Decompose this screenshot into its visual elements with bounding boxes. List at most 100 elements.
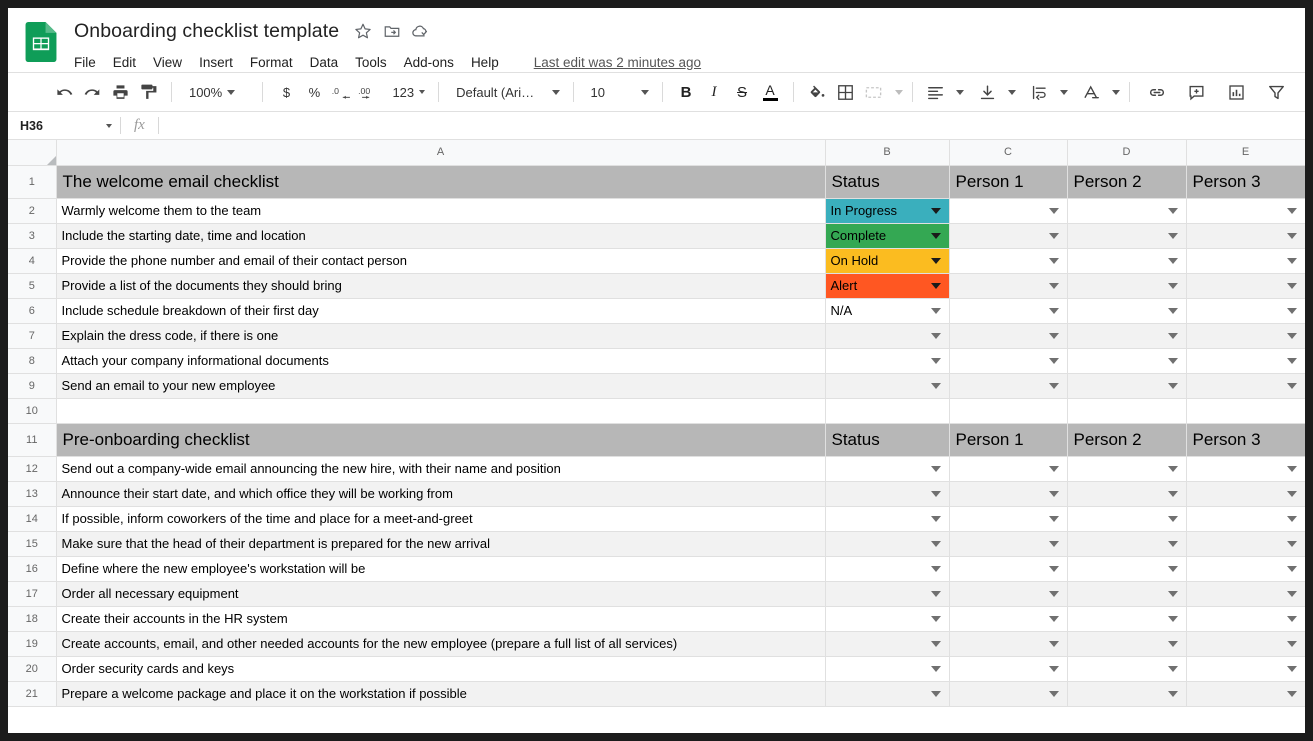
row-header[interactable]: 18 [8, 605, 57, 632]
row-header[interactable]: 10 [8, 397, 57, 424]
dropdown-cell[interactable] [955, 199, 1062, 222]
dropdown-cell[interactable] [955, 274, 1062, 297]
dropdown-cell[interactable] [1192, 199, 1300, 222]
cell-b[interactable] [824, 455, 950, 482]
dropdown-cell[interactable] [1192, 657, 1300, 680]
cell-e[interactable] [1185, 605, 1305, 632]
menu-insert[interactable]: Insert [199, 55, 233, 70]
cell-b[interactable] [824, 555, 950, 582]
cell-b[interactable]: In Progress [824, 197, 950, 224]
cell-d[interactable]: Person 2 [1066, 422, 1187, 457]
print-icon[interactable] [106, 78, 134, 106]
cell-a[interactable]: Provide a list of the documents they sho… [55, 272, 826, 299]
cell-d[interactable] [1066, 222, 1187, 249]
cell-c[interactable] [948, 397, 1068, 424]
chevron-down-icon[interactable] [1048, 640, 1059, 647]
insert-link-icon[interactable] [1143, 78, 1171, 106]
chevron-down-icon[interactable] [1167, 690, 1178, 697]
halign-chevron-down-icon[interactable] [955, 89, 964, 95]
table-row[interactable]: 6 Include schedule breakdown of their fir… [8, 297, 1305, 324]
menu-add-ons[interactable]: Add-ons [404, 55, 454, 70]
chevron-down-icon[interactable] [930, 232, 941, 239]
cell-d[interactable] [1066, 322, 1187, 349]
cell-a[interactable]: The welcome email checklist [55, 164, 826, 199]
menu-data[interactable]: Data [310, 55, 339, 70]
dropdown-cell[interactable] [1073, 557, 1181, 580]
cell-b[interactable] [824, 372, 950, 399]
dropdown-cell[interactable] [1192, 532, 1300, 555]
cell-e[interactable] [1185, 505, 1305, 532]
chevron-down-icon[interactable] [930, 207, 941, 214]
cell-d[interactable] [1066, 397, 1187, 424]
cell-e[interactable] [1185, 372, 1305, 399]
chevron-down-icon[interactable] [930, 515, 941, 522]
cell-a[interactable]: Announce their start date, and which off… [55, 480, 826, 507]
cell-a[interactable]: Warmly welcome them to the team [55, 197, 826, 224]
cell-c[interactable] [948, 222, 1068, 249]
cell-d[interactable]: Person 2 [1066, 164, 1187, 199]
cell-c[interactable] [948, 347, 1068, 374]
text-color-button[interactable]: A [756, 78, 784, 106]
cell-b[interactable]: Status [824, 422, 950, 457]
dropdown-cell[interactable] [955, 557, 1062, 580]
cell-a[interactable]: Make sure that the head of their departm… [55, 530, 826, 557]
column-header-b[interactable]: B [824, 140, 950, 166]
dropdown-cell[interactable] [831, 657, 944, 680]
cell-c[interactable] [948, 630, 1068, 657]
chevron-down-icon[interactable] [1286, 232, 1297, 239]
dropdown-cell[interactable] [831, 324, 944, 347]
row-header[interactable]: 1 [8, 164, 57, 199]
row-header[interactable]: 17 [8, 580, 57, 607]
cell-c[interactable] [948, 455, 1068, 482]
cell-c[interactable] [948, 197, 1068, 224]
cell-e[interactable] [1185, 322, 1305, 349]
fill-color-icon[interactable] [803, 78, 831, 106]
menu-edit[interactable]: Edit [113, 55, 136, 70]
name-box[interactable]: H36 [8, 112, 120, 139]
currency-format-button[interactable]: $ [272, 78, 300, 106]
chevron-down-icon[interactable] [1048, 590, 1059, 597]
chevron-down-icon[interactable] [1286, 565, 1297, 572]
cell-e[interactable]: Person 3 [1185, 422, 1305, 457]
cell-a[interactable]: Define where the new employee's workstat… [55, 555, 826, 582]
dropdown-cell[interactable] [1192, 632, 1300, 655]
cell-c[interactable] [948, 580, 1068, 607]
italic-button[interactable]: I [700, 78, 728, 106]
cell-d[interactable] [1066, 197, 1187, 224]
table-row[interactable]: 8 Attach your company informational docum… [8, 347, 1305, 374]
row-header[interactable]: 16 [8, 555, 57, 582]
cell-d[interactable] [1066, 297, 1187, 324]
cloud-saved-icon[interactable] [411, 22, 430, 41]
chevron-down-icon[interactable] [930, 307, 941, 314]
chevron-down-icon[interactable] [1048, 615, 1059, 622]
row-header[interactable]: 15 [8, 530, 57, 557]
cell-e[interactable]: Person 3 [1185, 164, 1305, 199]
vertical-align-icon[interactable] [974, 78, 1002, 106]
cell-d[interactable] [1066, 555, 1187, 582]
chevron-down-icon[interactable] [930, 615, 941, 622]
dropdown-cell[interactable] [1073, 199, 1181, 222]
dropdown-cell[interactable] [955, 457, 1062, 480]
text-rotation-icon[interactable] [1078, 78, 1106, 106]
cell-e[interactable] [1185, 680, 1305, 707]
table-row[interactable]: 4 Provide the phone number and email of t… [8, 247, 1305, 274]
chevron-down-icon[interactable] [1286, 357, 1297, 364]
cell-d[interactable] [1066, 480, 1187, 507]
create-filter-icon[interactable] [1263, 78, 1291, 106]
font-selector[interactable]: Default (Ari… [448, 79, 563, 105]
dropdown-cell[interactable] [831, 532, 944, 555]
cell-d[interactable] [1066, 372, 1187, 399]
chevron-down-icon[interactable] [1286, 465, 1297, 472]
row-header[interactable]: 9 [8, 372, 57, 399]
row-header[interactable]: 11 [8, 422, 57, 457]
cell-d[interactable] [1066, 655, 1187, 682]
chevron-down-icon[interactable] [1048, 257, 1059, 264]
paint-format-icon[interactable] [134, 78, 162, 106]
dropdown-cell[interactable] [955, 632, 1062, 655]
dropdown-cell[interactable] [1073, 457, 1181, 480]
cell-a[interactable]: Send an email to your new employee [55, 372, 826, 399]
cell-a[interactable]: Send out a company-wide email announcing… [55, 455, 826, 482]
chevron-down-icon[interactable] [1286, 307, 1297, 314]
chevron-down-icon[interactable] [1167, 332, 1178, 339]
cell-a[interactable]: Explain the dress code, if there is one [55, 322, 826, 349]
